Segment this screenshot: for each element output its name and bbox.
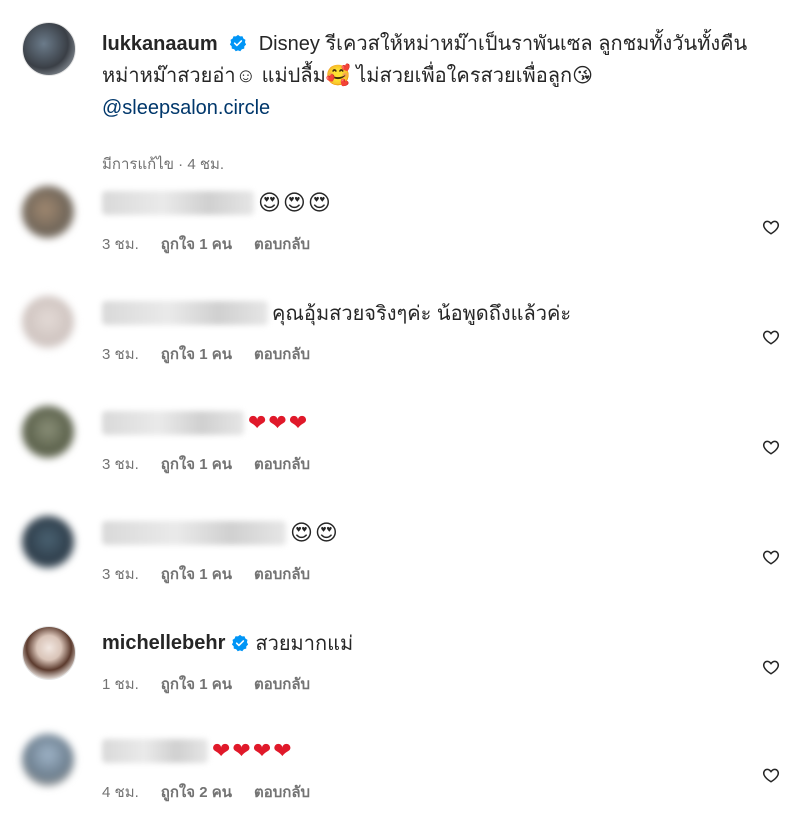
comment-like-count[interactable]: ถูกใจ 1 คน (161, 672, 232, 696)
post-author-avatar[interactable] (22, 22, 76, 76)
reply-button[interactable]: ตอบกลับ (254, 672, 310, 696)
comment-like-count[interactable]: ถูกใจ 1 คน (161, 562, 232, 586)
verified-badge-icon (230, 34, 247, 52)
comment-text: สวยมากแม่ (255, 633, 354, 655)
comment-like-count[interactable]: ถูกใจ 1 คน (161, 232, 232, 256)
post-meta: มีการแก้ไข · 4 ชม. (102, 156, 225, 173)
commenter-username-blurred[interactable] (102, 301, 268, 325)
comment-text: คุณอุ้มสวยจริงๆค่ะ น้อพูดถึงแล้วค่ะ (272, 303, 572, 325)
verified-badge-icon (232, 634, 249, 652)
post-author-username[interactable]: lukkanaaum (102, 33, 218, 55)
commenter-username-blurred[interactable] (102, 191, 254, 215)
heart-outline-icon[interactable] (762, 658, 780, 676)
comment-item: คุณอุ้มสวยจริงๆค่ะ น้อพูดถึงแล้วค่ะ 3 ชม… (22, 296, 782, 386)
reply-button[interactable]: ตอบกลับ (254, 452, 310, 476)
comment-text: 😍😍😍 (258, 190, 333, 216)
reply-button[interactable]: ตอบกลับ (254, 232, 310, 256)
comment-item: ❤❤❤❤ 4 ชม. ถูกใจ 2 คน ตอบกลับ (22, 734, 782, 824)
comment-item: michellebehr สวยมากแม่ 1 ชม. ถูกใจ 1 คน … (22, 626, 782, 716)
reply-button[interactable]: ตอบกลับ (254, 780, 310, 804)
caption-mention-link[interactable]: @sleepsalon.circle (102, 97, 270, 119)
commenter-avatar[interactable] (22, 406, 74, 458)
comment-time: 3 ชม. (102, 346, 139, 363)
comment-time: 4 ชม. (102, 784, 139, 801)
commenter-avatar[interactable] (22, 516, 74, 568)
commenter-avatar[interactable] (22, 186, 74, 238)
heart-outline-icon[interactable] (762, 218, 780, 236)
commenter-username-blurred[interactable] (102, 739, 208, 763)
comment-text: ❤❤❤❤ (212, 738, 294, 764)
caption-text-block: lukkanaaum Disney รีเควสให้หม่าหม๊าเป็นร… (102, 28, 762, 124)
comment-like-count[interactable]: ถูกใจ 1 คน (161, 452, 232, 476)
commenter-username-blurred[interactable] (102, 411, 244, 435)
commenter-avatar[interactable] (22, 626, 76, 680)
comment-item: ❤❤❤ 3 ชม. ถูกใจ 1 คน ตอบกลับ (22, 406, 782, 496)
reply-button[interactable]: ตอบกลับ (254, 562, 310, 586)
commenter-username[interactable]: michellebehr (102, 632, 225, 655)
comment-time: 1 ชม. (102, 676, 139, 693)
comment-item: 😍😍😍 3 ชม. ถูกใจ 1 คน ตอบกลับ (22, 186, 782, 276)
comment-time: 3 ชม. (102, 236, 139, 253)
heart-outline-icon[interactable] (762, 438, 780, 456)
comment-like-count[interactable]: ถูกใจ 2 คน (161, 780, 232, 804)
comment-like-count[interactable]: ถูกใจ 1 คน (161, 342, 232, 366)
comment-text: ❤❤❤ (248, 410, 310, 436)
comment-text: 😍😍 (290, 520, 340, 546)
comment-time: 3 ชม. (102, 566, 139, 583)
commenter-avatar[interactable] (22, 296, 74, 348)
commenter-avatar[interactable] (22, 734, 74, 786)
reply-button[interactable]: ตอบกลับ (254, 342, 310, 366)
heart-outline-icon[interactable] (762, 548, 780, 566)
commenter-username-blurred[interactable] (102, 521, 286, 545)
heart-outline-icon[interactable] (762, 328, 780, 346)
comment-time: 3 ชม. (102, 456, 139, 473)
heart-outline-icon[interactable] (762, 766, 780, 784)
comment-item: 😍😍 3 ชม. ถูกใจ 1 คน ตอบกลับ (22, 516, 782, 606)
